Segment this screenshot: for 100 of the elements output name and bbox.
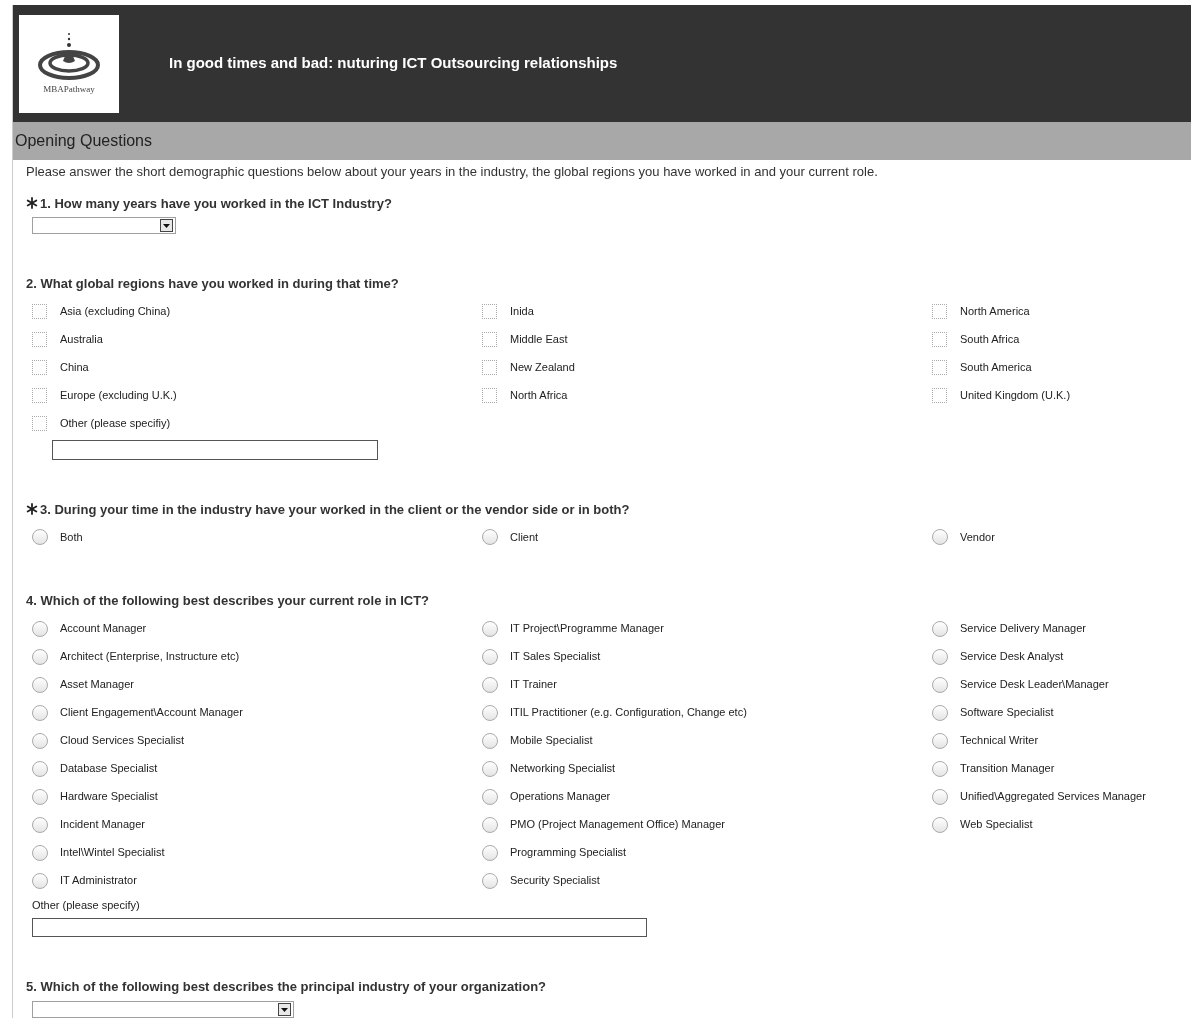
radio-button[interactable] bbox=[32, 676, 48, 693]
option-label: Unified\Aggregated Services Manager bbox=[960, 789, 1146, 805]
radio-button[interactable] bbox=[932, 529, 948, 545]
question-title: 4. Which of the following best describes your current role in ICT? bbox=[26, 592, 430, 610]
option-label: North America bbox=[960, 304, 1030, 320]
option-label: Architect (Enterprise, Instructure etc) bbox=[60, 649, 240, 665]
option-label: Service Desk Leader\Manager bbox=[960, 677, 1109, 693]
checkbox[interactable] bbox=[32, 416, 47, 431]
option-label: Client bbox=[510, 529, 539, 545]
radio-button[interactable] bbox=[32, 529, 48, 545]
radio-button[interactable] bbox=[932, 816, 948, 833]
radio-button[interactable] bbox=[482, 732, 498, 749]
ripple-logo-icon bbox=[38, 30, 100, 81]
option-label: Asset Manager bbox=[60, 677, 134, 693]
radio-button[interactable] bbox=[32, 704, 48, 721]
option-label: China bbox=[60, 360, 89, 376]
radio-button[interactable] bbox=[482, 816, 498, 833]
checkbox[interactable] bbox=[482, 360, 497, 375]
option-label: Both bbox=[60, 529, 83, 545]
radio-button[interactable] bbox=[932, 788, 948, 805]
radio-button[interactable] bbox=[482, 844, 498, 861]
radio-button[interactable] bbox=[32, 732, 48, 749]
checkbox[interactable] bbox=[32, 360, 47, 375]
option-label: Client Engagement\Account Manager bbox=[60, 705, 243, 721]
question-title: 5. Which of the following best describes the principal industry of your organization? bbox=[26, 978, 547, 996]
option-label: United Kingdom (U.K.) bbox=[960, 388, 1071, 404]
radio-button[interactable] bbox=[482, 788, 498, 805]
option-label: Inida bbox=[510, 304, 534, 320]
option-label: New Zealand bbox=[510, 360, 575, 376]
checkbox[interactable] bbox=[932, 360, 947, 375]
option-label: South Africa bbox=[960, 332, 1020, 348]
option-label: Other (please specifiy) bbox=[60, 416, 171, 432]
radio-button[interactable] bbox=[32, 816, 48, 833]
option-label: Europe (excluding U.K.) bbox=[60, 388, 177, 404]
option-label: Networking Specialist bbox=[510, 761, 616, 777]
dropdown-select[interactable] bbox=[32, 217, 176, 234]
logo-text: MBAPathway bbox=[43, 82, 95, 96]
checkbox[interactable] bbox=[482, 332, 497, 347]
radio-button[interactable] bbox=[32, 872, 48, 889]
checkbox[interactable] bbox=[932, 304, 947, 319]
option-label: Account Manager bbox=[60, 621, 147, 637]
option-label: IT Administrator bbox=[60, 873, 137, 889]
question-title: 2. What global regions have you worked in during that time? bbox=[26, 275, 399, 293]
radio-button[interactable] bbox=[32, 620, 48, 637]
other-text-field[interactable] bbox=[32, 918, 647, 937]
option-label: Transition Manager bbox=[960, 761, 1055, 777]
option-label: Service Desk Analyst bbox=[960, 649, 1064, 665]
radio-button[interactable] bbox=[482, 648, 498, 665]
option-label: PMO (Project Management Office) Manager bbox=[510, 817, 725, 833]
required-asterisk-icon bbox=[26, 503, 38, 516]
radio-button[interactable] bbox=[32, 648, 48, 665]
radio-button[interactable] bbox=[932, 704, 948, 721]
radio-button[interactable] bbox=[482, 620, 498, 637]
section-title: Opening Questions bbox=[15, 131, 152, 151]
radio-button[interactable] bbox=[482, 704, 498, 721]
question-title: 3. During your time in the industry have your worked in the client or the vendor side or in both? bbox=[40, 500, 630, 519]
radio-button[interactable] bbox=[482, 760, 498, 777]
option-label: Operations Manager bbox=[510, 789, 611, 805]
option-label: North Africa bbox=[510, 388, 568, 404]
option-label: Technical Writer bbox=[960, 733, 1039, 749]
radio-button[interactable] bbox=[932, 620, 948, 637]
radio-button[interactable] bbox=[32, 788, 48, 805]
other-label: Other (please specify) bbox=[32, 897, 141, 913]
option-label: IT Project\Programme Manager bbox=[510, 621, 664, 637]
option-label: Cloud Services Specialist bbox=[60, 733, 185, 749]
option-label: Mobile Specialist bbox=[510, 733, 593, 749]
checkbox[interactable] bbox=[482, 388, 497, 403]
intro-text: Please answer the short demographic questions below about your years in the industry, the global regions you have worked in and your current role. bbox=[26, 163, 879, 181]
radio-button[interactable] bbox=[932, 676, 948, 693]
question-title: 1. How many years have you worked in the ICT Industry? bbox=[40, 194, 392, 213]
option-label: Hardware Specialist bbox=[60, 789, 158, 805]
radio-button[interactable] bbox=[482, 676, 498, 693]
required-asterisk-icon bbox=[26, 197, 38, 210]
checkbox[interactable] bbox=[482, 304, 497, 319]
other-text-field[interactable] bbox=[52, 439, 378, 460]
radio-button[interactable] bbox=[32, 844, 48, 861]
checkbox[interactable] bbox=[32, 304, 47, 319]
radio-button[interactable] bbox=[482, 872, 498, 889]
checkbox[interactable] bbox=[32, 332, 47, 347]
option-label: Service Delivery Manager bbox=[960, 621, 1086, 637]
radio-button[interactable] bbox=[932, 648, 948, 665]
radio-button[interactable] bbox=[932, 760, 948, 777]
option-label: Vendor bbox=[960, 529, 995, 545]
radio-button[interactable] bbox=[482, 529, 498, 545]
option-label: Asia (excluding China) bbox=[60, 304, 171, 320]
option-label: Software Specialist bbox=[960, 705, 1054, 721]
checkbox[interactable] bbox=[932, 332, 947, 347]
checkbox[interactable] bbox=[932, 388, 947, 403]
radio-button[interactable] bbox=[932, 732, 948, 749]
survey-title: In good times and bad: nuturing ICT Outsourcing relationships bbox=[169, 53, 618, 74]
option-label: South America bbox=[960, 360, 1032, 376]
option-label: Australia bbox=[60, 332, 103, 348]
option-label: Security Specialist bbox=[510, 873, 600, 889]
option-label: Web Specialist bbox=[960, 817, 1033, 833]
checkbox[interactable] bbox=[32, 388, 47, 403]
radio-button[interactable] bbox=[32, 760, 48, 777]
option-label: Incident Manager bbox=[60, 817, 145, 833]
option-label: IT Trainer bbox=[510, 677, 557, 693]
option-label: Database Specialist bbox=[60, 761, 158, 777]
option-label: Middle East bbox=[510, 332, 568, 348]
